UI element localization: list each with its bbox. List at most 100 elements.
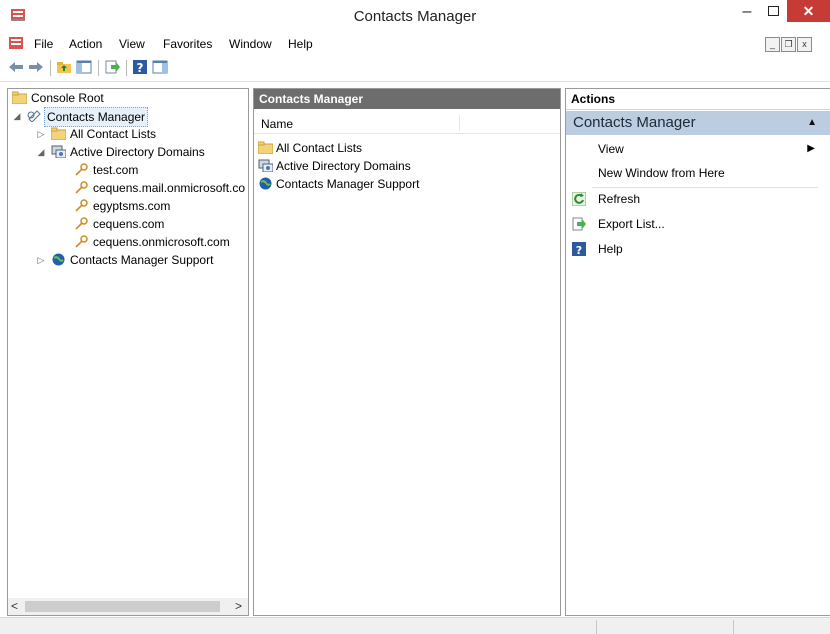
tree-item-domain[interactable]: test.com <box>12 161 242 179</box>
tree-item-domain[interactable]: cequens.onmicrosoft.com <box>12 233 242 251</box>
action-label: Help <box>598 242 623 256</box>
show-hide-action-pane-icon[interactable] <box>152 59 168 75</box>
tree-item-label: egyptsms.com <box>93 199 171 213</box>
tree-item-console-root[interactable]: Console Root <box>12 89 242 107</box>
maximize-button[interactable] <box>760 2 786 22</box>
status-divider <box>596 620 597 634</box>
actions-section-header[interactable]: Contacts Manager ▲ <box>566 111 830 135</box>
mdi-close-button[interactable]: x <box>797 37 812 52</box>
export-list-icon <box>572 217 586 231</box>
key-icon <box>75 235 88 248</box>
globe-icon <box>259 177 272 190</box>
tree-item-contacts-manager[interactable]: ◢ Contacts Manager <box>12 107 242 127</box>
collapsed-arrow-icon[interactable]: ▷ <box>36 251 46 269</box>
action-label: Export List... <box>598 217 665 231</box>
close-button[interactable]: ✕ <box>787 0 830 22</box>
globe-icon <box>52 253 65 266</box>
expanded-arrow-icon[interactable]: ◢ <box>36 143 46 161</box>
folder-icon <box>12 91 27 104</box>
title-bar: Contacts Manager – ✕ <box>0 0 830 33</box>
tree-item-label: cequens.onmicrosoft.com <box>93 235 230 249</box>
svg-text:?: ? <box>137 61 144 75</box>
tree-item-active-directory-domains[interactable]: ◢ Active Directory Domains <box>12 143 242 161</box>
menu-view[interactable]: View <box>119 37 145 51</box>
expanded-arrow-icon[interactable]: ◢ <box>12 107 22 125</box>
tree-item-label: All Contact Lists <box>70 127 157 141</box>
key-icon <box>75 199 88 212</box>
tree-item-domain[interactable]: cequens.com <box>12 215 242 233</box>
action-label: View <box>598 142 624 156</box>
directory-icon <box>51 145 66 158</box>
column-divider[interactable] <box>459 115 460 131</box>
action-export-list[interactable]: Export List... <box>566 212 830 236</box>
actions-section-label: Contacts Manager <box>573 114 696 131</box>
menu-help[interactable]: Help <box>288 37 313 51</box>
folder-icon <box>258 141 273 154</box>
status-divider <box>733 620 734 634</box>
forward-icon[interactable] <box>28 59 44 75</box>
tree-pane[interactable]: Console Root ◢ Contacts Manager ▷ All Co… <box>7 88 249 616</box>
action-help[interactable]: ? Help <box>566 237 830 261</box>
key-icon <box>75 163 88 176</box>
results-pane[interactable]: Contacts Manager Name All Contact Lists … <box>253 88 561 616</box>
minimize-button[interactable]: – <box>734 2 760 22</box>
tree-item-label: Console Root <box>31 91 104 105</box>
actions-pane-header: Actions <box>566 89 830 110</box>
column-header-row: Name <box>254 113 560 134</box>
action-view[interactable]: View ▶ <box>566 137 830 161</box>
submenu-arrow-icon: ▶ <box>807 143 815 154</box>
app-menu-icon[interactable] <box>8 36 24 50</box>
key-icon <box>75 217 88 230</box>
folder-icon <box>51 127 66 140</box>
horizontal-scrollbar[interactable]: < > <box>8 598 248 615</box>
scroll-thumb[interactable] <box>25 601 220 612</box>
list-item-label: Active Directory Domains <box>276 159 411 173</box>
toolbar-separator <box>50 60 51 76</box>
back-icon[interactable] <box>8 59 24 75</box>
tree-item-label: Contacts Manager <box>44 107 149 127</box>
tree-item-label: cequens.com <box>93 217 165 231</box>
list-item-label: Contacts Manager Support <box>276 177 420 191</box>
menu-file[interactable]: File <box>34 37 53 51</box>
menu-favorites[interactable]: Favorites <box>163 37 212 51</box>
action-label: Refresh <box>598 192 641 206</box>
menu-action[interactable]: Action <box>69 37 102 51</box>
help-icon: ? <box>572 242 586 256</box>
collapse-icon[interactable]: ▲ <box>807 111 817 135</box>
column-header-name[interactable]: Name <box>261 117 293 131</box>
actions-pane: Actions Contacts Manager ▲ View ▶ New Wi… <box>565 88 830 616</box>
help-icon[interactable]: ? <box>132 59 148 75</box>
toolbar-separator <box>98 60 99 76</box>
window-title: Contacts Manager <box>353 8 477 25</box>
action-label: New Window from Here <box>598 166 725 180</box>
action-refresh[interactable]: Refresh <box>566 187 830 211</box>
maximize-icon <box>768 6 779 16</box>
tree-item-label: Contacts Manager Support <box>70 253 214 267</box>
mdi-restore-button[interactable]: ❐ <box>781 37 796 52</box>
tree-item-domain[interactable]: egyptsms.com <box>12 197 242 215</box>
status-bar <box>0 617 830 634</box>
key-icon <box>75 181 88 194</box>
show-hide-tree-icon[interactable] <box>76 59 92 75</box>
mdi-minimize-button[interactable]: _ <box>765 37 780 52</box>
scroll-left-button[interactable]: < <box>11 599 18 613</box>
refresh-icon <box>572 192 586 206</box>
up-folder-icon[interactable] <box>56 59 72 75</box>
tree-item-domain[interactable]: cequens.mail.onmicrosoft.co <box>12 179 246 197</box>
tree-item-all-contact-lists[interactable]: ▷ All Contact Lists <box>12 125 242 143</box>
toolbar-separator <box>126 60 127 76</box>
scroll-right-button[interactable]: > <box>235 599 242 613</box>
list-item-label: All Contact Lists <box>276 141 363 155</box>
collapsed-arrow-icon[interactable]: ▷ <box>36 125 46 143</box>
tree-item-contacts-manager-support[interactable]: ▷ Contacts Manager Support <box>12 251 242 269</box>
tree-item-label: Active Directory Domains <box>70 145 205 159</box>
tree-item-label: cequens.mail.onmicrosoft.co <box>93 181 246 195</box>
export-list-icon[interactable] <box>104 59 120 75</box>
tree-item-label: test.com <box>93 163 139 177</box>
results-pane-header: Contacts Manager <box>254 89 560 109</box>
action-new-window[interactable]: New Window from Here <box>566 161 830 185</box>
menu-window[interactable]: Window <box>229 37 272 51</box>
toolbar: ? <box>0 55 830 82</box>
svg-text:?: ? <box>576 244 582 256</box>
directory-icon <box>258 159 273 172</box>
